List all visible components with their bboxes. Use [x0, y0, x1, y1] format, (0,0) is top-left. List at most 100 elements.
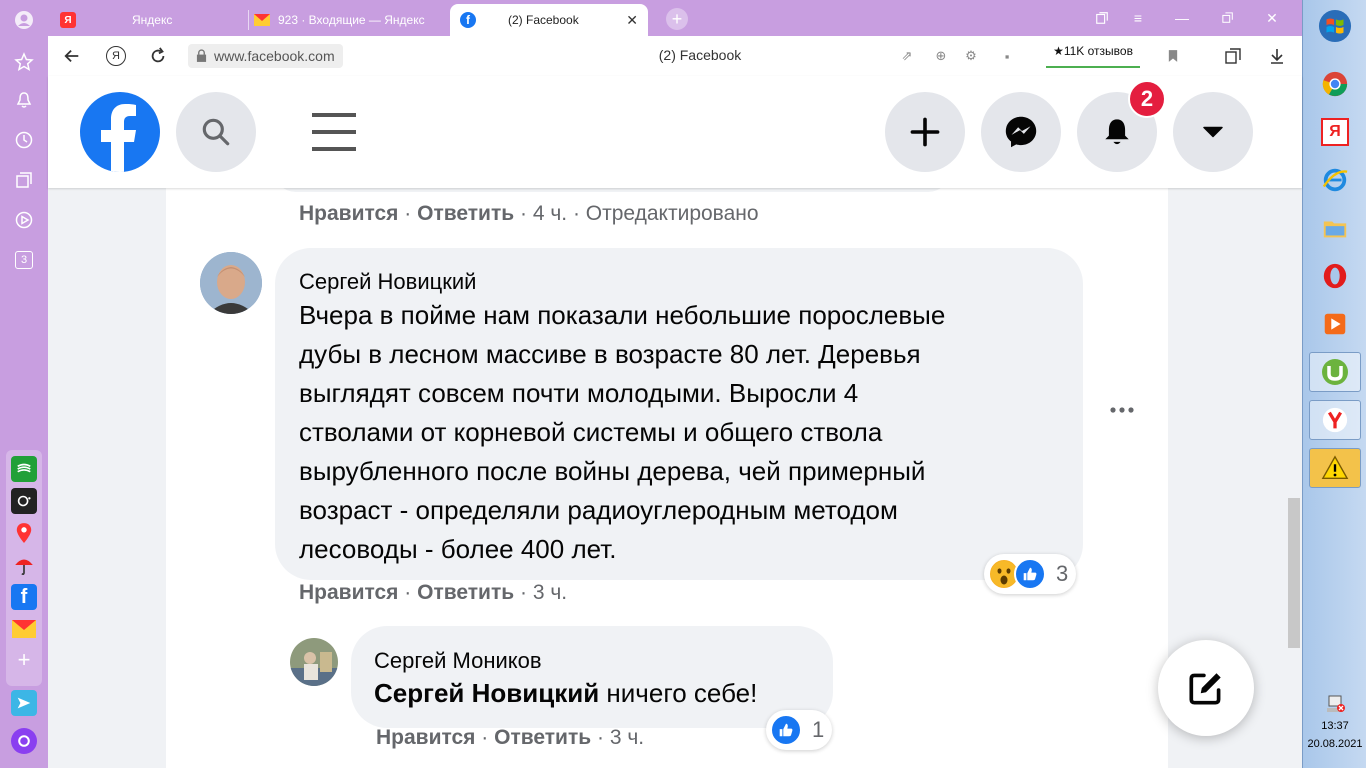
- search-button[interactable]: [176, 92, 256, 172]
- scrollbar-thumb[interactable]: [1288, 498, 1300, 648]
- reviews-text: ★11K отзывов: [1053, 44, 1133, 58]
- menu-icon[interactable]: ≡: [1128, 8, 1148, 28]
- tab-label: Яндекс: [132, 13, 173, 27]
- comment-line: стволами от корневой системы и общего ст…: [299, 417, 883, 447]
- reaction-summary[interactable]: 3: [984, 554, 1077, 594]
- messenger-icon: [1005, 116, 1037, 148]
- tab-yandex[interactable]: Я Яндекс: [52, 4, 248, 36]
- profile-icon[interactable]: [12, 8, 36, 32]
- video-play-icon[interactable]: [12, 208, 36, 232]
- messenger-button[interactable]: [981, 92, 1061, 172]
- clock-time[interactable]: 13:37: [1303, 720, 1366, 732]
- bookmarks-star-icon[interactable]: [12, 50, 36, 74]
- internet-explorer-taskbar-icon[interactable]: [1309, 160, 1361, 200]
- separator: ·: [398, 202, 418, 225]
- reply-link[interactable]: Ответить: [417, 581, 514, 604]
- tab-label: (2) Facebook: [508, 13, 579, 27]
- comment-author[interactable]: Сергей Новицкий: [299, 269, 476, 295]
- utorrent-taskbar-icon[interactable]: [1309, 352, 1361, 392]
- facebook-logo[interactable]: [80, 92, 160, 172]
- reply-author[interactable]: Сергей Моников: [374, 648, 542, 674]
- reply-link[interactable]: Ответить: [417, 202, 514, 225]
- separator: ·: [475, 726, 495, 749]
- network-tray-icon[interactable]: [1323, 694, 1347, 714]
- tab-facebook[interactable]: f (2) Facebook ✕: [450, 4, 648, 36]
- reply-reaction-summary[interactable]: 1: [766, 710, 833, 750]
- reviews-badge[interactable]: ★11K отзывов: [1046, 44, 1140, 68]
- more-options-icon[interactable]: [1106, 402, 1138, 418]
- comment-timestamp: · 4 ч. · Отредактировано: [514, 202, 759, 225]
- file-explorer-taskbar-icon[interactable]: [1309, 208, 1361, 248]
- tab-label: 923 · Входящие — Яндекс: [278, 13, 425, 27]
- collections-icon[interactable]: [12, 168, 36, 192]
- camera-app-icon[interactable]: [11, 488, 37, 514]
- lock-icon: [196, 49, 207, 65]
- previous-comment-actions: Нравится · Ответить · 4 ч. · Отредактиро…: [299, 202, 759, 226]
- zoom-icon[interactable]: ⊕: [932, 47, 950, 65]
- comment-line: выглядят совсем почти молодыми. Выросли …: [299, 378, 859, 408]
- send-app-icon[interactable]: [11, 690, 37, 716]
- close-tab-icon[interactable]: ✕: [626, 12, 638, 29]
- maps-pin-icon[interactable]: [11, 520, 37, 546]
- yandex-home-icon[interactable]: Я: [106, 46, 126, 66]
- comment-line: дубы в лесном массиве в возрасте 80 лет.…: [299, 339, 921, 369]
- add-app-icon[interactable]: +: [12, 647, 36, 672]
- yandex-taskbar-icon[interactable]: [1309, 400, 1361, 440]
- translate-icon[interactable]: ⚙: [962, 47, 980, 65]
- url-field[interactable]: www.facebook.com: [188, 44, 343, 68]
- warning-taskbar-icon[interactable]: [1309, 448, 1361, 488]
- notification-count: 2: [1140, 86, 1154, 111]
- like-link[interactable]: Нравится: [376, 726, 475, 749]
- minimize-icon[interactable]: —: [1172, 8, 1192, 28]
- start-button[interactable]: [1309, 6, 1361, 46]
- mail-app-icon[interactable]: [11, 616, 37, 642]
- restore-icon[interactable]: [1218, 8, 1238, 28]
- tab-manager-icon[interactable]: [1092, 8, 1112, 28]
- counter-badge[interactable]: 3: [12, 248, 36, 272]
- comment-line: возраст - определяли радиоуглеродным мет…: [299, 495, 898, 525]
- avatar[interactable]: [200, 252, 262, 314]
- new-message-button[interactable]: [1158, 640, 1254, 736]
- back-arrow-icon[interactable]: [62, 46, 82, 66]
- notifications-bell-icon[interactable]: [12, 88, 36, 112]
- feed: Нравится · Ответить · 4 ч. · Отредактиро…: [48, 188, 1302, 768]
- reaction-count: 1: [812, 717, 825, 742]
- bookmark-icon[interactable]: [1164, 47, 1182, 65]
- mention-link[interactable]: Сергей Новицкий: [374, 678, 599, 708]
- page-scrollbar[interactable]: [1286, 188, 1302, 768]
- opera-taskbar-icon[interactable]: [1309, 256, 1361, 296]
- hamburger-menu-button[interactable]: [310, 112, 358, 152]
- url-text: www.facebook.com: [214, 48, 335, 64]
- share-icon[interactable]: ⇗: [898, 47, 916, 65]
- comments-icon[interactable]: ▪: [998, 47, 1016, 65]
- plus-icon: [910, 117, 940, 147]
- tab-mail[interactable]: 923 · Входящие — Яндекс: [254, 4, 450, 36]
- address-bar: Я www.facebook.com (2) Facebook ⇗ ⊕ ⚙ ▪ …: [48, 36, 1302, 76]
- page-title: (2) Facebook: [658, 47, 742, 63]
- account-menu-button[interactable]: [1173, 92, 1253, 172]
- sberbank-icon[interactable]: [11, 456, 37, 482]
- reply-link[interactable]: Ответить: [494, 726, 591, 749]
- alice-assistant-icon[interactable]: [11, 728, 37, 754]
- like-link[interactable]: Нравится: [299, 581, 398, 604]
- windows-start-icon: [1318, 9, 1352, 43]
- avatar[interactable]: [290, 638, 338, 686]
- previous-comment-bubble: [274, 188, 950, 192]
- comment-line: Вчера в пойме нам показали небольшие пор…: [299, 300, 946, 330]
- comment-actions: Нравится · Ответить · 3 ч.: [299, 581, 567, 605]
- close-window-icon[interactable]: ✕: [1262, 8, 1282, 28]
- facebook-icon: f: [460, 12, 476, 28]
- reload-icon[interactable]: [148, 46, 168, 66]
- new-tab-button[interactable]: +: [666, 8, 688, 30]
- facebook-app-icon[interactable]: f: [11, 584, 37, 610]
- collections-toolbar-icon[interactable]: [1224, 47, 1242, 65]
- media-player-taskbar-icon[interactable]: [1309, 304, 1361, 344]
- weather-umbrella-icon[interactable]: [11, 552, 37, 578]
- create-button[interactable]: [885, 92, 965, 172]
- download-icon[interactable]: [1268, 47, 1286, 65]
- clock-date[interactable]: 20.08.2021: [1303, 738, 1366, 750]
- history-clock-icon[interactable]: [12, 128, 36, 152]
- like-link[interactable]: Нравится: [299, 202, 398, 225]
- yandex-browser-taskbar-icon[interactable]: Я: [1309, 112, 1361, 152]
- chrome-taskbar-icon[interactable]: [1309, 64, 1361, 104]
